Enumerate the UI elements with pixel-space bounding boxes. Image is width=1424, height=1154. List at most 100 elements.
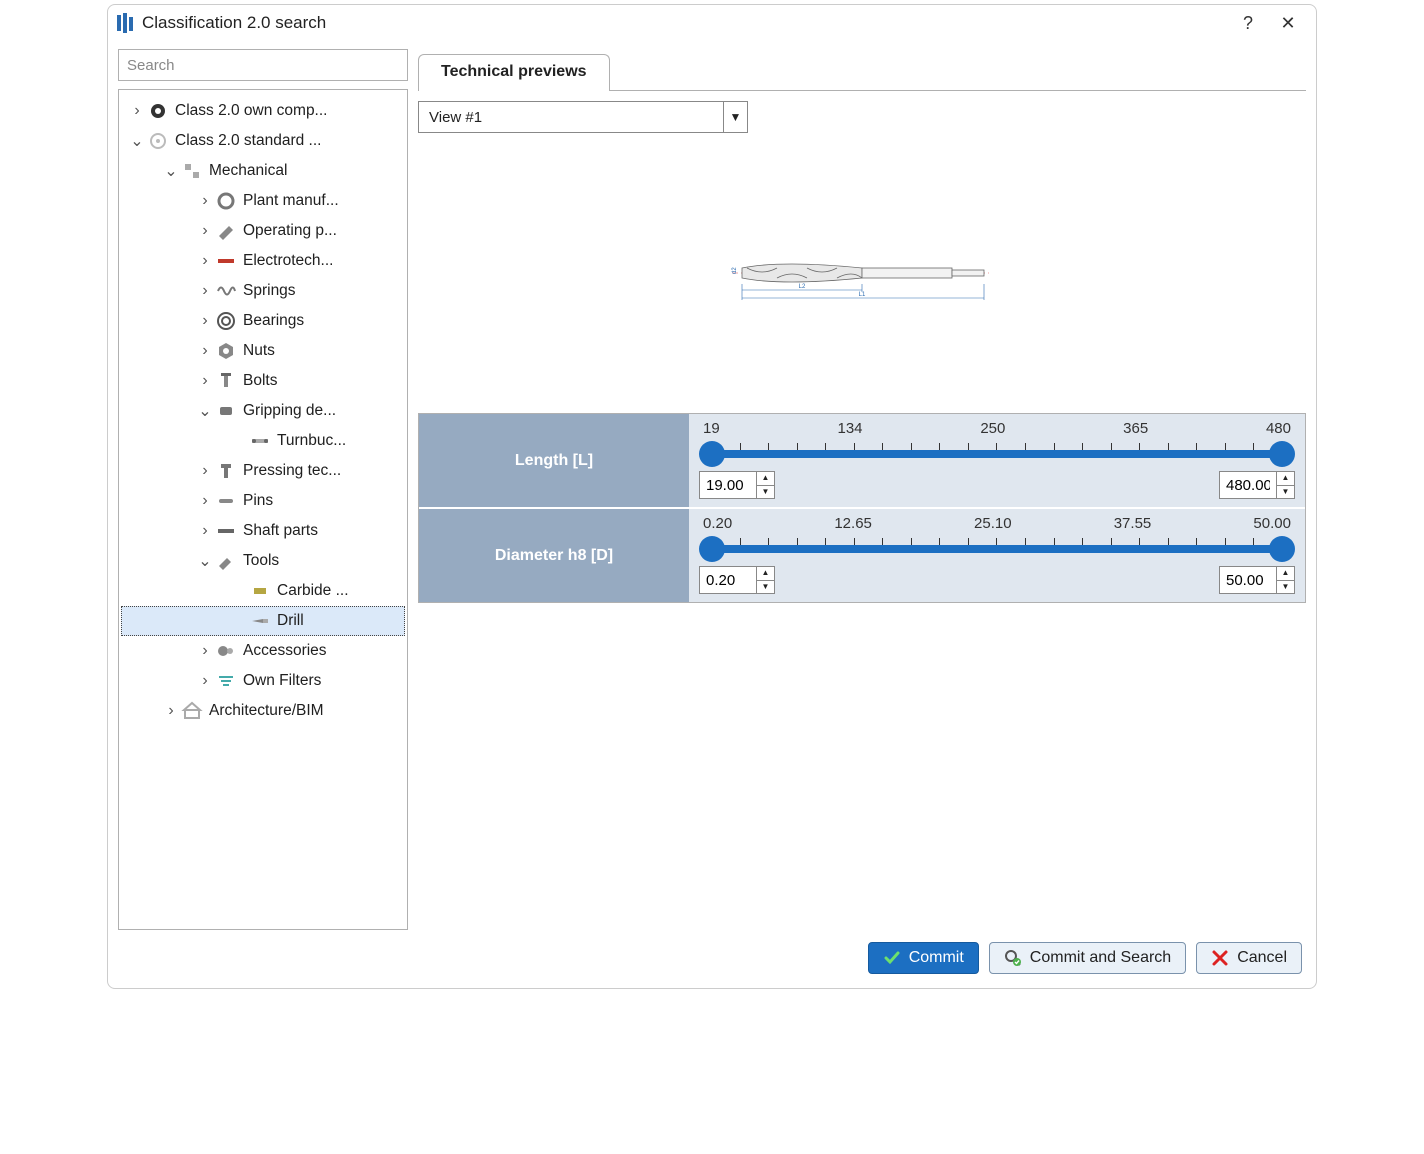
spinner-down-icon[interactable]: ▼	[757, 486, 774, 499]
drill-preview-image: L2 L1 d2	[722, 238, 1002, 308]
param-label: Diameter h8 [D]	[419, 509, 689, 602]
tree-expander-icon[interactable]: ›	[197, 462, 213, 480]
slider-handle-max[interactable]	[1269, 441, 1295, 467]
spinner-up-icon[interactable]: ▲	[1277, 472, 1294, 486]
tree-expander-icon[interactable]: ›	[197, 642, 213, 660]
param-max-input[interactable]: ▲▼	[1219, 566, 1295, 594]
tree-item-gripping-de[interactable]: ⌄ Gripping de...	[121, 396, 405, 426]
spinner-buttons[interactable]: ▲▼	[756, 472, 774, 498]
spinner-up-icon[interactable]: ▲	[757, 472, 774, 486]
tree-item-label: Class 2.0 own comp...	[175, 102, 327, 120]
search-check-icon	[1004, 949, 1022, 967]
tree-item-label: Own Filters	[243, 672, 321, 690]
search-input[interactable]: Search	[118, 49, 408, 81]
spinner-up-icon[interactable]: ▲	[757, 567, 774, 581]
tree-expander-icon[interactable]: ⌄	[197, 401, 213, 421]
param-row: Length [L]19134250365480▲▼▲▼	[419, 414, 1305, 509]
tree-item-architecture-bim[interactable]: ›Architecture/BIM	[121, 696, 405, 726]
spinner-down-icon[interactable]: ▼	[1277, 581, 1294, 594]
tree-expander-icon[interactable]: ›	[197, 372, 213, 390]
param-max-input[interactable]: ▲▼	[1219, 471, 1295, 499]
classification-tree[interactable]: › Class 2.0 own comp... ⌄ Class 2.0 standar…	[118, 89, 408, 930]
dialog-title: Classification 2.0 search	[142, 13, 1228, 33]
tree-expander-icon[interactable]: ›	[197, 342, 213, 360]
tree-item-label: Pressing tec...	[243, 462, 341, 480]
tree-item-class-2-0-standard[interactable]: ⌄ Class 2.0 standard ...	[121, 126, 405, 156]
view-combobox[interactable]: View #1 ▼	[418, 101, 748, 133]
tree-item-label: Springs	[243, 282, 296, 300]
param-tick-labels: 19134250365480	[699, 420, 1295, 437]
tree-expander-icon[interactable]: ›	[197, 672, 213, 690]
spinner-buttons[interactable]: ▲▼	[1276, 472, 1294, 498]
tree-item-own-filters[interactable]: › Own Filters	[121, 666, 405, 696]
gear-light-icon	[147, 130, 169, 152]
view-select: View #1 ▼	[418, 101, 1306, 133]
tree-item-label: Gripping de...	[243, 402, 336, 420]
cancel-button[interactable]: Cancel	[1196, 942, 1302, 974]
tree-expander-icon[interactable]: ›	[197, 282, 213, 300]
spinner-down-icon[interactable]: ▼	[757, 581, 774, 594]
tree-item-plant-manuf[interactable]: ›Plant manuf...	[121, 186, 405, 216]
tree-item-bolts[interactable]: ›Bolts	[121, 366, 405, 396]
tree-item-turnbuc[interactable]: Turnbuc...	[121, 426, 405, 456]
spinner-buttons[interactable]: ▲▼	[1276, 567, 1294, 593]
tree-item-label: Accessories	[243, 642, 327, 660]
param-body: 19134250365480▲▼▲▼	[689, 414, 1305, 507]
tree-expander-icon[interactable]: ›	[197, 522, 213, 540]
drill-icon	[249, 610, 271, 632]
tree-item-mechanical[interactable]: ⌄ Mechanical	[121, 156, 405, 186]
tree-item-accessories[interactable]: › Accessories	[121, 636, 405, 666]
commit-and-search-button[interactable]: Commit and Search	[989, 942, 1186, 974]
arch-icon	[181, 700, 203, 722]
tree-expander-icon[interactable]: ⌄	[129, 131, 145, 151]
tree-expander-icon[interactable]: ›	[197, 252, 213, 270]
tree-item-shaft-parts[interactable]: ›Shaft parts	[121, 516, 405, 546]
svg-text:L1: L1	[859, 292, 866, 298]
tree-item-label: Operating p...	[243, 222, 337, 240]
tree-item-label: Tools	[243, 552, 279, 570]
param-min-input[interactable]: ▲▼	[699, 471, 775, 499]
tree-item-pins[interactable]: ›Pins	[121, 486, 405, 516]
tree-expander-icon[interactable]: ›	[197, 312, 213, 330]
tree-item-operating-p[interactable]: › Operating p...	[121, 216, 405, 246]
tree-item-carbide[interactable]: Carbide ...	[121, 576, 405, 606]
tree-item-tools[interactable]: ⌄ Tools	[121, 546, 405, 576]
tree-expander-icon[interactable]: ⌄	[163, 161, 179, 181]
right-panel: Technical previews View #1 ▼	[418, 49, 1306, 930]
range-slider[interactable]	[699, 534, 1295, 560]
tree-item-label: Bearings	[243, 312, 304, 330]
tree-item-springs[interactable]: › Springs	[121, 276, 405, 306]
accessories-icon	[215, 640, 237, 662]
commit-button[interactable]: Commit	[868, 942, 979, 974]
tree-expander-icon[interactable]: ›	[163, 702, 179, 720]
chevron-down-icon[interactable]: ▼	[723, 102, 747, 132]
tree-expander-icon[interactable]: ›	[129, 102, 145, 120]
param-min-input[interactable]: ▲▼	[699, 566, 775, 594]
tree-item-pressing-tec[interactable]: › Pressing tec...	[121, 456, 405, 486]
range-slider[interactable]	[699, 439, 1295, 465]
tree-item-label: Class 2.0 standard ...	[175, 132, 321, 150]
tree-item-electrotech[interactable]: ›Electrotech...	[121, 246, 405, 276]
help-button[interactable]: ?	[1228, 9, 1268, 37]
tree-expander-icon[interactable]: ›	[197, 192, 213, 210]
footer: Commit Commit and Search Cancel	[108, 930, 1316, 988]
spinner-down-icon[interactable]: ▼	[1277, 486, 1294, 499]
tree-item-drill[interactable]: Drill	[121, 606, 405, 636]
tree-item-nuts[interactable]: ›Nuts	[121, 336, 405, 366]
pin-icon	[215, 490, 237, 512]
spinner-up-icon[interactable]: ▲	[1277, 567, 1294, 581]
close-button[interactable]: ✕	[1268, 9, 1308, 37]
tree-item-label: Mechanical	[209, 162, 287, 180]
slider-handle-min[interactable]	[699, 536, 725, 562]
svg-text:L2: L2	[799, 284, 806, 290]
spinner-buttons[interactable]: ▲▼	[756, 567, 774, 593]
tree-expander-icon[interactable]: ›	[197, 222, 213, 240]
tree-expander-icon[interactable]: ⌄	[197, 551, 213, 571]
tree-item-bearings[interactable]: › Bearings	[121, 306, 405, 336]
tab-technical-previews[interactable]: Technical previews	[418, 54, 610, 91]
tree-item-class-2-0-own-comp[interactable]: › Class 2.0 own comp...	[121, 96, 405, 126]
cancel-icon	[1211, 949, 1229, 967]
slider-handle-min[interactable]	[699, 441, 725, 467]
tree-expander-icon[interactable]: ›	[197, 492, 213, 510]
slider-handle-max[interactable]	[1269, 536, 1295, 562]
